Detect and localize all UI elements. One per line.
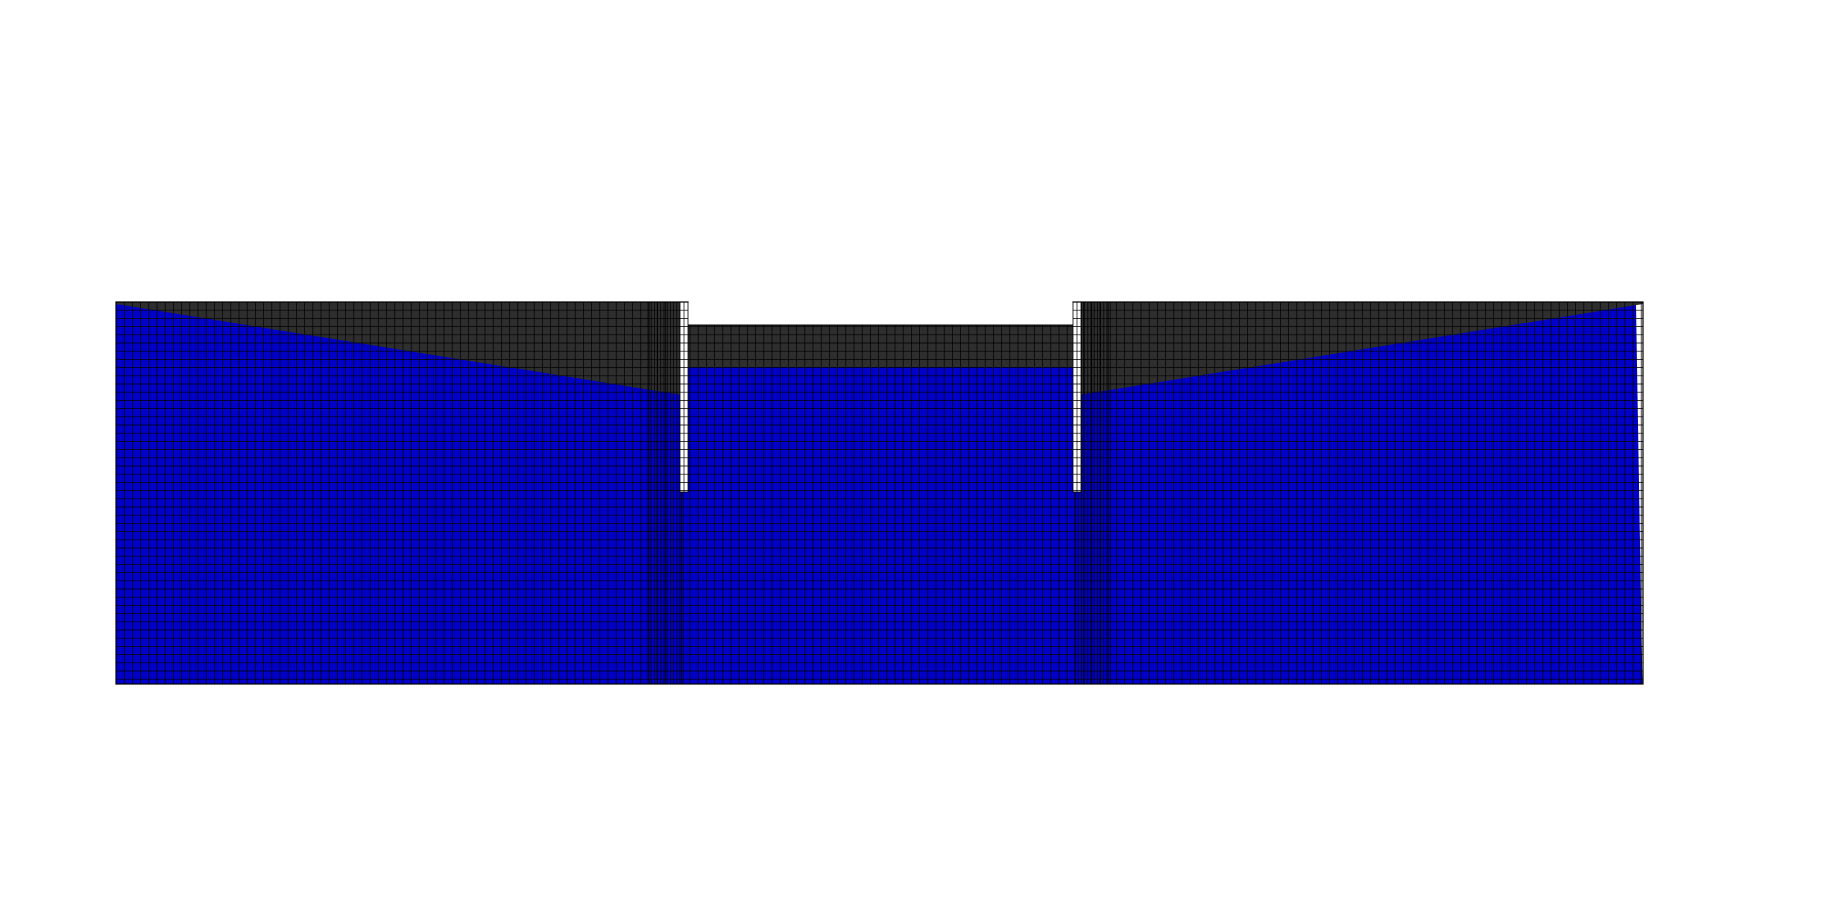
right-wall [1072, 301, 1082, 493]
excavation-void [688, 301, 1073, 325]
left-wall [679, 301, 689, 493]
mesh-contour-plot [115, 301, 1644, 685]
plot-canvas [0, 0, 1830, 901]
inactive-center [688, 325, 1073, 367]
